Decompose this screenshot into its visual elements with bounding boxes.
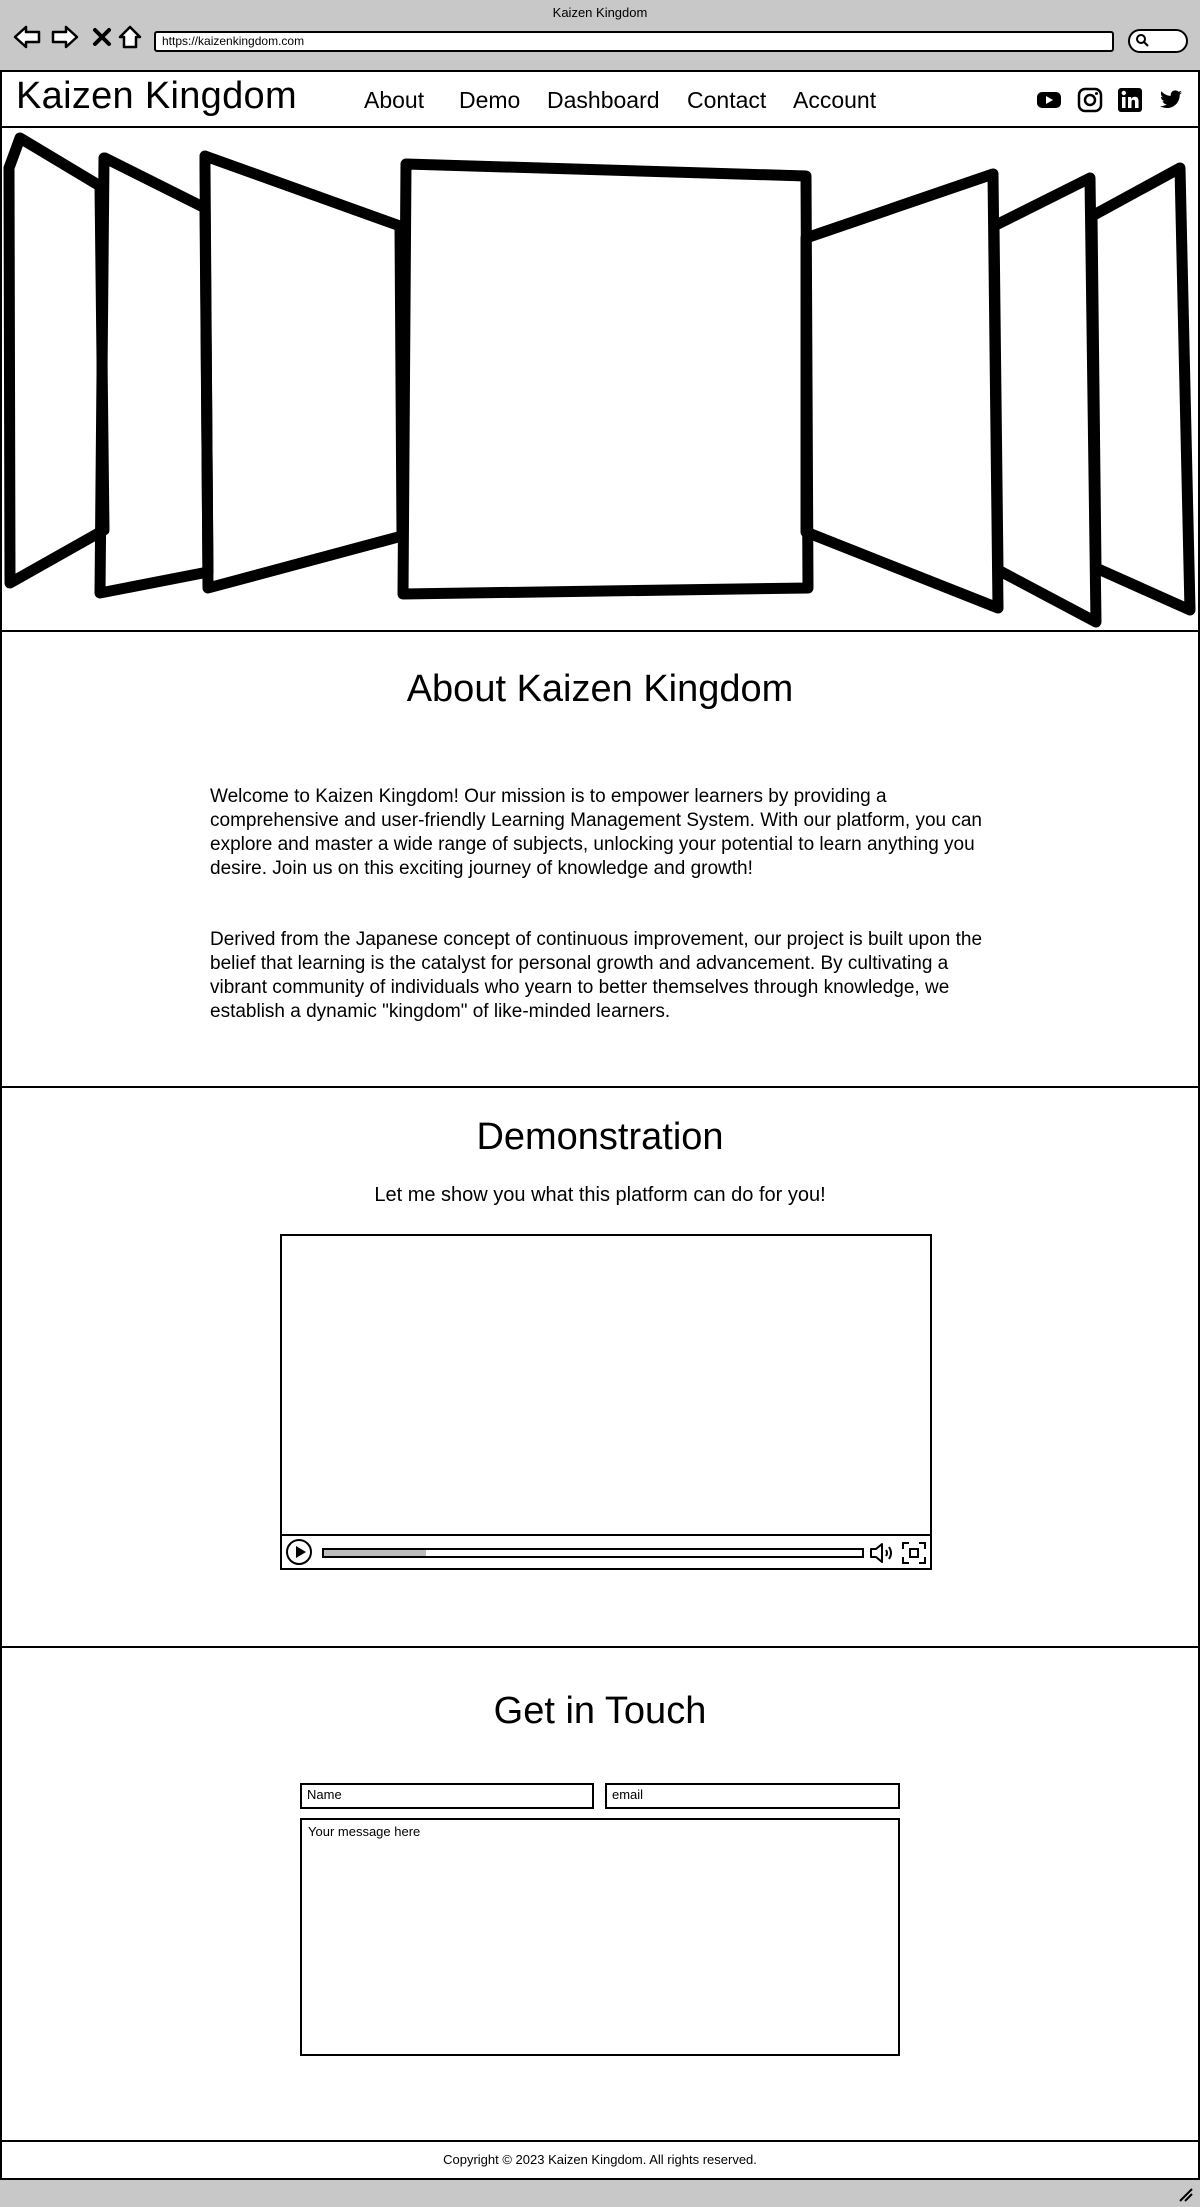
site-header: Kaizen Kingdom About Demo Dashboard Cont…	[0, 72, 1200, 128]
instagram-icon[interactable]	[1077, 87, 1103, 113]
fullscreen-icon[interactable]	[900, 1540, 928, 1566]
name-field[interactable]: Name	[300, 1783, 594, 1809]
forward-arrow-icon[interactable]	[50, 22, 80, 52]
video-progress-bar[interactable]	[322, 1548, 864, 1558]
demo-section: Demonstration Let me show you what this …	[0, 1088, 1200, 1648]
nav-demo[interactable]: Demo	[459, 87, 520, 114]
volume-icon[interactable]	[868, 1540, 896, 1566]
twitter-icon[interactable]	[1158, 87, 1184, 113]
carousel-slides	[3, 132, 1196, 628]
carousel-slide-near-right	[800, 168, 1004, 614]
browser-search-box[interactable]	[1128, 29, 1188, 53]
carousel-slide-left	[94, 152, 214, 599]
carousel-slide-far-left	[3, 132, 110, 589]
youtube-icon[interactable]	[1036, 87, 1062, 113]
carousel-slide-near-left	[199, 150, 408, 594]
stop-icon[interactable]	[87, 22, 117, 52]
play-icon[interactable]	[286, 1539, 312, 1565]
site-logo[interactable]: Kaizen Kingdom	[16, 75, 297, 118]
nav-about[interactable]: About	[364, 87, 424, 114]
video-progress-fill	[324, 1550, 427, 1556]
footer-copyright: Copyright © 2023 Kaizen Kingdom. All rig…	[0, 2142, 1200, 2180]
window-title: Kaizen Kingdom	[552, 5, 648, 20]
nav-dashboard[interactable]: Dashboard	[547, 87, 660, 114]
carousel-slide-far-right	[1086, 162, 1196, 616]
demo-subtitle: Let me show you what this platform can d…	[374, 1184, 826, 1206]
video-player[interactable]	[280, 1234, 932, 1570]
address-bar[interactable]: https://kaizenkingdom.com	[154, 31, 1114, 52]
email-field[interactable]: email	[605, 1783, 900, 1809]
search-icon	[1135, 33, 1149, 52]
about-paragraph-2: Derived from the Japanese concept of con…	[210, 929, 983, 1022]
status-bar	[0, 2180, 1200, 2207]
message-field[interactable]: Your message here	[300, 1818, 900, 2056]
nav-contact[interactable]: Contact	[687, 87, 766, 114]
about-paragraph-1: Welcome to Kaizen Kingdom! Our mission i…	[210, 786, 982, 879]
about-section: About Kaizen Kingdom Welcome to Kaizen K…	[0, 632, 1200, 1088]
linkedin-icon[interactable]	[1117, 87, 1143, 113]
about-title: About Kaizen Kingdom	[406, 668, 794, 710]
nav-account[interactable]: Account	[793, 87, 876, 114]
video-controls	[282, 1534, 930, 1568]
carousel-slide-center	[397, 158, 814, 600]
contact-section: Get in Touch Name email Your message her…	[0, 1648, 1200, 2142]
carousel-slide-right	[988, 172, 1102, 628]
hero-carousel[interactable]	[0, 128, 1200, 632]
back-arrow-icon[interactable]	[12, 22, 42, 52]
home-icon[interactable]	[115, 22, 145, 52]
browser-chrome: Kaizen Kingdom https://kaizenkingdom.com	[0, 0, 1200, 72]
demo-title: Demonstration	[476, 1116, 724, 1158]
resize-grip-icon[interactable]	[1176, 2185, 1194, 2203]
contact-title: Get in Touch	[493, 1690, 707, 1732]
